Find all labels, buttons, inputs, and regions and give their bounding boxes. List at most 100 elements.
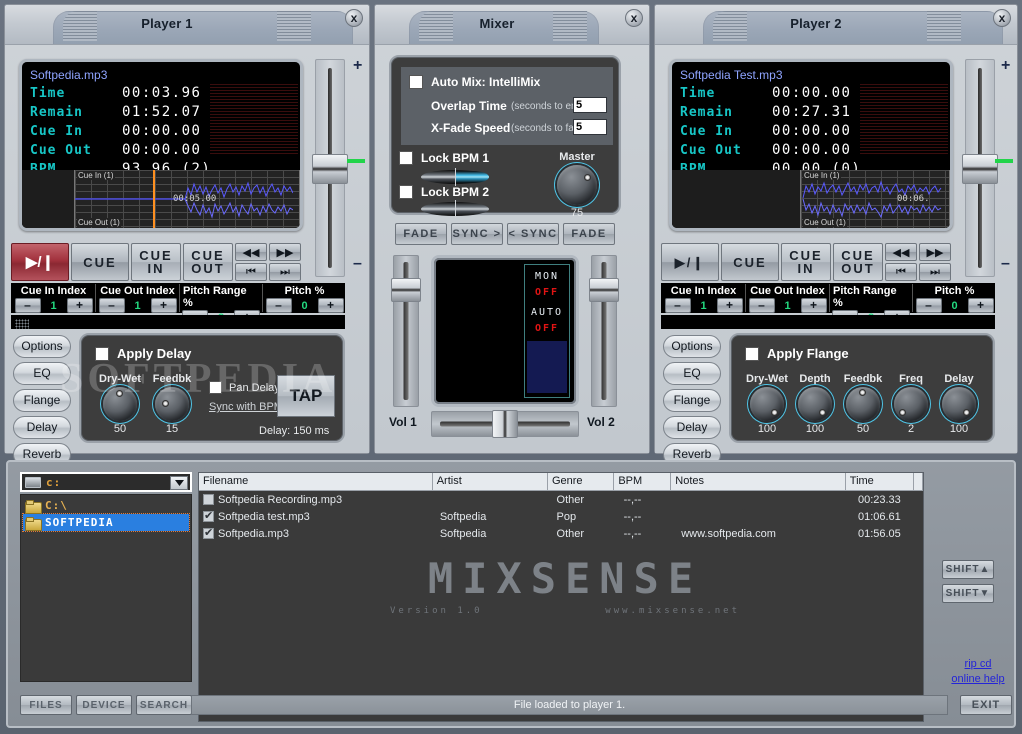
player2-cue-out-index-minus[interactable]: –	[748, 298, 775, 313]
file-checkbox[interactable]	[203, 494, 214, 505]
player2-knob-depth-dial[interactable]	[798, 387, 832, 421]
column-header-artist[interactable]: Artist	[433, 473, 548, 490]
rip-cd-link[interactable]: rip cd	[938, 658, 1018, 670]
mixer-bpm1-slider[interactable]	[421, 168, 489, 186]
mixer-xfade-input[interactable]	[573, 119, 607, 135]
player2-cue-out-index-plus[interactable]: +	[800, 298, 827, 313]
player2-knob-dry-wet-dial[interactable]	[750, 387, 784, 421]
mixer-lock-bpm2-checkbox[interactable]	[399, 185, 413, 199]
mixer-lock-bpm1-checkbox[interactable]	[399, 151, 413, 165]
table-row[interactable]: Softpedia.mp3 Softpedia Other --,-- www.…	[199, 525, 923, 542]
player1-knob-feedbk-dial[interactable]	[155, 387, 189, 421]
search-tab-button[interactable]: SEARCH	[136, 695, 192, 715]
player2-pitch-thumb[interactable]	[962, 154, 998, 184]
player1-knob-dry-wet-dial[interactable]	[103, 387, 137, 421]
mixer-fade-left-button[interactable]: FADE	[395, 223, 447, 245]
shift-up-button[interactable]: SHIFT ▲	[942, 560, 994, 579]
player1-cue-out-button[interactable]: CUE OUT	[183, 243, 233, 281]
player1-progress-strip[interactable]	[11, 315, 345, 329]
player2-pitch-percent-plus[interactable]: +	[967, 298, 994, 313]
player2-options-button[interactable]: Options	[663, 335, 721, 358]
shift-down-button[interactable]: SHIFT ▼	[942, 584, 994, 603]
player2-fastforward-button[interactable]: ▶▶	[919, 243, 951, 261]
file-checkbox[interactable]	[203, 511, 214, 522]
player1-tap-button[interactable]: TAP	[277, 375, 335, 417]
player1-pitch-percent-plus[interactable]: +	[317, 298, 344, 313]
mixer-close-button[interactable]: x	[625, 9, 643, 27]
player1-cue-in-button[interactable]: CUE IN	[131, 243, 181, 281]
player2-cue-in-index-minus[interactable]: –	[664, 298, 691, 313]
mixer-vol1-thumb[interactable]	[391, 278, 421, 302]
player2-eq-button[interactable]: EQ	[663, 362, 721, 385]
player2-cue-out-button[interactable]: CUE OUT	[833, 243, 883, 281]
player2-apply-flange-checkbox[interactable]	[745, 347, 759, 361]
mixer-vol2-thumb[interactable]	[589, 278, 619, 302]
file-checkbox[interactable]	[203, 528, 214, 539]
files-tab-button[interactable]: FILES	[20, 695, 72, 715]
player1-apply-delay-checkbox[interactable]	[95, 347, 109, 361]
mixer-vol2-slider[interactable]	[589, 255, 619, 407]
mixer-fade-right-button[interactable]: FADE	[563, 223, 615, 245]
player2-close-button[interactable]: x	[993, 9, 1011, 27]
player2-next-button[interactable]: ⏭	[919, 263, 951, 281]
exit-button[interactable]: EXIT	[960, 695, 1012, 715]
column-header-bpm[interactable]: BPM	[614, 473, 672, 490]
mixer-crossfader[interactable]	[431, 410, 579, 438]
mixer-crossfader-thumb[interactable]	[492, 410, 518, 438]
device-tab-button[interactable]: DEVICE	[76, 695, 132, 715]
player1-cue-button[interactable]: CUE	[71, 243, 129, 281]
player2-pitch-percent-minus[interactable]: –	[915, 298, 942, 313]
player2-knob-freq-dial[interactable]	[894, 387, 928, 421]
table-row[interactable]: Softpedia test.mp3 Softpedia Pop --,-- 0…	[199, 508, 923, 525]
table-row[interactable]: Softpedia Recording.mp3 Other --,-- 00:2…	[199, 491, 923, 508]
drive-select[interactable]: c:	[20, 472, 192, 492]
player1-pitch-thumb[interactable]	[312, 154, 348, 184]
column-header-notes[interactable]: Notes	[671, 473, 846, 490]
player2-previous-button[interactable]: ⏮	[885, 263, 917, 281]
folder-tree[interactable]: C:\ SOFTPEDIA	[20, 494, 192, 682]
mixer-vol1-slider[interactable]	[391, 255, 421, 407]
mixer-master-dial[interactable]	[557, 165, 597, 205]
mixer-overlap-input[interactable]	[573, 97, 607, 113]
player1-eq-button[interactable]: EQ	[13, 362, 71, 385]
player1-close-button[interactable]: x	[345, 9, 363, 27]
player2-play-pause-button[interactable]: ▶/❙	[661, 243, 719, 281]
player2-rewind-button[interactable]: ◀◀	[885, 243, 917, 261]
player2-knob-feedbk-dial[interactable]	[846, 387, 880, 421]
mixer-automix-checkbox[interactable]	[409, 75, 423, 89]
player1-fastforward-button[interactable]: ▶▶	[269, 243, 301, 261]
column-header-genre[interactable]: Genre	[548, 473, 615, 490]
player1-flange-button[interactable]: Flange	[13, 389, 71, 412]
mixer-sync-left-button[interactable]: < SYNC	[507, 223, 559, 245]
player1-cue-out-index-plus[interactable]: +	[150, 298, 177, 313]
player1-options-button[interactable]: Options	[13, 335, 71, 358]
mixer-sync-right-button[interactable]: SYNC >	[451, 223, 503, 245]
player2-waveform-area[interactable]: Cue In (1) Cue Out (1) 00:06.	[672, 170, 950, 228]
player1-rewind-button[interactable]: ◀◀	[235, 243, 267, 261]
player1-pitch-slider[interactable]	[312, 59, 348, 277]
player2-delay-button[interactable]: Delay	[663, 416, 721, 439]
player1-play-pause-button[interactable]: ▶/❙	[11, 243, 69, 281]
player2-pitch-slider[interactable]	[962, 59, 998, 277]
player1-cue-in-index-plus[interactable]: +	[66, 298, 93, 313]
player1-pitch-percent-minus[interactable]: –	[265, 298, 292, 313]
player2-flange-button[interactable]: Flange	[663, 389, 721, 412]
player2-progress-strip[interactable]	[661, 315, 995, 329]
player1-cue-out-index-minus[interactable]: –	[98, 298, 125, 313]
tree-item-root[interactable]: C:\	[23, 497, 189, 514]
player1-pan-delay-checkbox[interactable]	[209, 381, 222, 394]
player1-cue-in-index-minus[interactable]: –	[14, 298, 41, 313]
column-header-time[interactable]: Time	[846, 473, 914, 490]
player2-cue-button[interactable]: CUE	[721, 243, 779, 281]
chevron-down-icon[interactable]	[170, 476, 188, 490]
player1-playhead[interactable]	[153, 170, 155, 228]
player1-delay-button[interactable]: Delay	[13, 416, 71, 439]
mixer-bpm2-slider[interactable]	[421, 200, 489, 218]
column-header-filename[interactable]: Filename	[199, 473, 433, 490]
file-list[interactable]: Filename Artist Genre BPM Notes Time Sof…	[198, 472, 924, 722]
player1-next-button[interactable]: ⏭	[269, 263, 301, 281]
player1-previous-button[interactable]: ⏮	[235, 263, 267, 281]
player2-knob-delay-dial[interactable]	[942, 387, 976, 421]
online-help-link[interactable]: online help	[938, 673, 1018, 685]
player2-cue-in-button[interactable]: CUE IN	[781, 243, 831, 281]
